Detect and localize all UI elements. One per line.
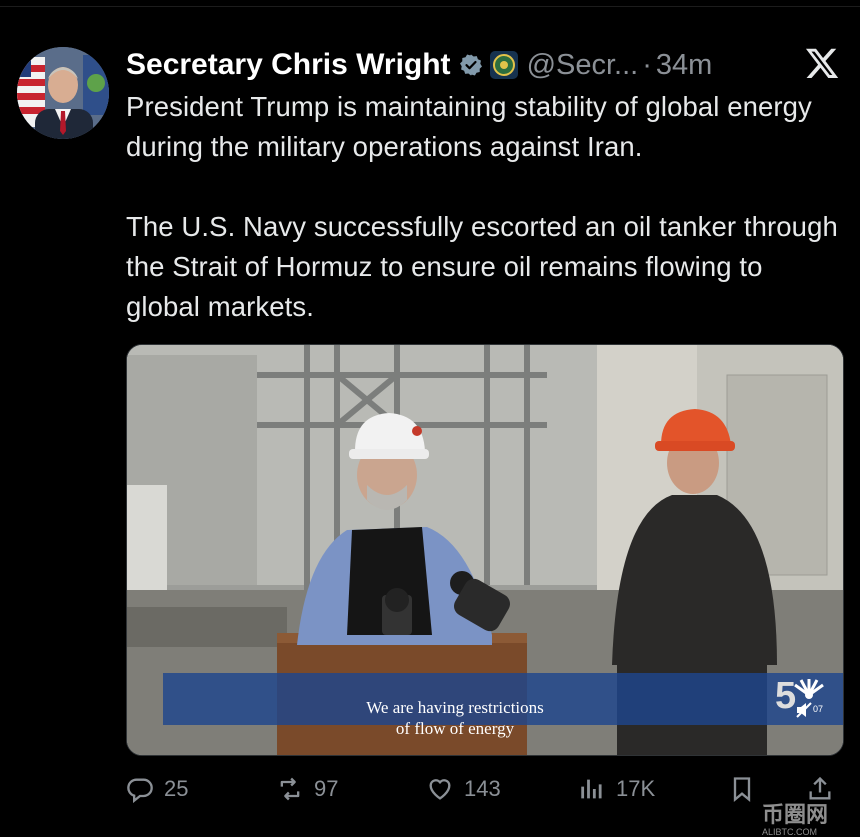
action-bar: 25 97 143 17K — [126, 769, 841, 809]
views-chart-icon — [581, 779, 602, 799]
watermark-text: 币圈网 — [762, 802, 829, 827]
reply-count: 25 — [164, 776, 189, 801]
reply-button[interactable]: 25 — [126, 769, 188, 809]
like-button[interactable]: 143 — [426, 769, 501, 809]
header-separator: · — [642, 48, 652, 81]
badge-timecode: 07 — [813, 704, 824, 714]
repost-button[interactable]: 97 — [276, 769, 338, 809]
repost-count: 97 — [314, 776, 339, 801]
x-logo-icon[interactable] — [804, 45, 840, 81]
timestamp[interactable]: 34m — [656, 49, 712, 82]
video-player[interactable]: We are having restrictions of flow of en… — [126, 344, 844, 756]
mute-icon[interactable] — [795, 701, 813, 719]
bookmark-icon — [733, 777, 751, 802]
watermark: 币圈网 ALIBTC.COM — [762, 797, 828, 837]
caption-line-2: of flow of energy — [395, 719, 515, 738]
bookmark-button[interactable] — [728, 769, 756, 809]
watermark-url: ALIBTC.COM — [762, 827, 818, 837]
author-name[interactable]: Secretary Chris Wright — [126, 48, 451, 82]
channel-logo: 5 07 — [773, 675, 829, 723]
reply-icon — [127, 778, 153, 803]
tweet-text: President Trump is maintaining stability… — [126, 87, 841, 327]
tweet-paragraph-1: President Trump is maintaining stability… — [126, 91, 812, 162]
heart-icon — [429, 779, 451, 800]
video-caption: We are having restrictions of flow of en… — [127, 697, 783, 739]
tweet-paragraph-2: The U.S. Navy successfully escorted an o… — [126, 211, 838, 322]
author-handle[interactable]: @Secr... — [527, 49, 639, 82]
doe-flag — [83, 55, 109, 115]
tweet-header: Secretary Chris Wright @Secr... · 34m — [126, 45, 712, 85]
verified-badge-icon — [459, 54, 482, 76]
views-count: 17K — [616, 776, 656, 801]
views-button[interactable]: 17K — [578, 769, 655, 809]
peacock-icon — [794, 679, 824, 699]
avatar[interactable] — [17, 47, 109, 139]
caption-line-1: We are having restrictions — [366, 698, 544, 717]
repost-icon — [280, 777, 300, 801]
like-count: 143 — [464, 776, 501, 801]
tweet-card: Secretary Chris Wright @Secr... · 34m Pr… — [0, 6, 860, 837]
affiliation-badge-icon — [489, 51, 518, 79]
avatar-image — [17, 47, 109, 139]
